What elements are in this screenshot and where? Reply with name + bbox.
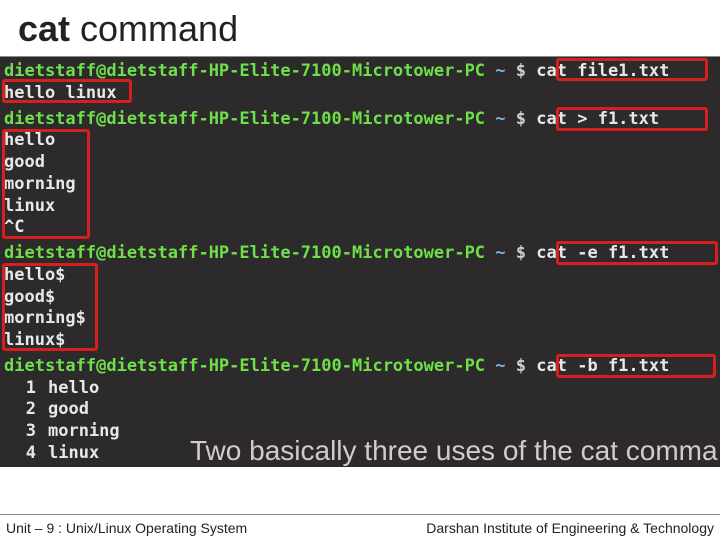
prompt-tilde: ~ bbox=[495, 243, 505, 263]
cmd-3: cat -e f1.txt bbox=[536, 243, 669, 263]
prompt-dollar: $ bbox=[516, 109, 526, 129]
cmd-1: cat file1.txt bbox=[536, 61, 669, 81]
footer-left: Unit – 9 : Unix/Linux Operating System bbox=[6, 520, 247, 536]
prompt-userhost: dietstaff@dietstaff-HP-Elite-7100-Microt… bbox=[4, 61, 485, 81]
slide-title: cat command bbox=[0, 0, 720, 57]
prompt-userhost: dietstaff@dietstaff-HP-Elite-7100-Microt… bbox=[4, 109, 485, 129]
cmd-2: cat > f1.txt bbox=[536, 109, 659, 129]
out-3-1: good$ bbox=[4, 287, 716, 309]
out-3-0: hello$ bbox=[4, 265, 716, 287]
prompt-dollar: $ bbox=[516, 356, 526, 376]
out-2-2: morning bbox=[4, 174, 716, 196]
prompt-space2 bbox=[506, 61, 516, 81]
footer: Unit – 9 : Unix/Linux Operating System D… bbox=[0, 514, 720, 540]
prompt-space bbox=[485, 61, 495, 81]
prompt-tilde: ~ bbox=[495, 356, 505, 376]
out-4-1: 2good bbox=[4, 399, 716, 421]
out-3-2: morning$ bbox=[4, 308, 716, 330]
title-rest: command bbox=[70, 8, 238, 49]
terminal-block-1: dietstaff@dietstaff-HP-Elite-7100-Microt… bbox=[0, 57, 720, 107]
out-1-0: hello linux bbox=[4, 83, 716, 105]
prompt-line-1: dietstaff@dietstaff-HP-Elite-7100-Microt… bbox=[4, 61, 716, 83]
out-4-2: 3morning bbox=[4, 421, 716, 443]
prompt-userhost: dietstaff@dietstaff-HP-Elite-7100-Microt… bbox=[4, 243, 485, 263]
title-bold: cat bbox=[18, 8, 70, 49]
prompt-userhost: dietstaff@dietstaff-HP-Elite-7100-Microt… bbox=[4, 356, 485, 376]
prompt-dollar: $ bbox=[516, 243, 526, 263]
footer-right: Darshan Institute of Engineering & Techn… bbox=[426, 520, 714, 536]
out-2-1: good bbox=[4, 152, 716, 174]
prompt-dollar: $ bbox=[516, 61, 526, 81]
prompt-line-2: dietstaff@dietstaff-HP-Elite-7100-Microt… bbox=[4, 109, 716, 131]
cmd-4: cat -b f1.txt bbox=[536, 356, 669, 376]
prompt-tilde: ~ bbox=[495, 109, 505, 129]
prompt-line-4: dietstaff@dietstaff-HP-Elite-7100-Microt… bbox=[4, 356, 716, 378]
out-2-0: hello bbox=[4, 130, 716, 152]
out-2-4: ^C bbox=[4, 217, 716, 239]
out-4-3: 4linux bbox=[4, 443, 716, 465]
terminal-block-2: dietstaff@dietstaff-HP-Elite-7100-Microt… bbox=[0, 107, 720, 242]
out-3-3: linux$ bbox=[4, 330, 716, 352]
prompt-tilde: ~ bbox=[495, 61, 505, 81]
out-2-3: linux bbox=[4, 196, 716, 218]
terminal-block-4: dietstaff@dietstaff-HP-Elite-7100-Microt… bbox=[0, 354, 720, 467]
out-4-0: 1hello bbox=[4, 378, 716, 400]
terminal-block-3: dietstaff@dietstaff-HP-Elite-7100-Microt… bbox=[0, 241, 720, 354]
prompt-line-3: dietstaff@dietstaff-HP-Elite-7100-Microt… bbox=[4, 243, 716, 265]
